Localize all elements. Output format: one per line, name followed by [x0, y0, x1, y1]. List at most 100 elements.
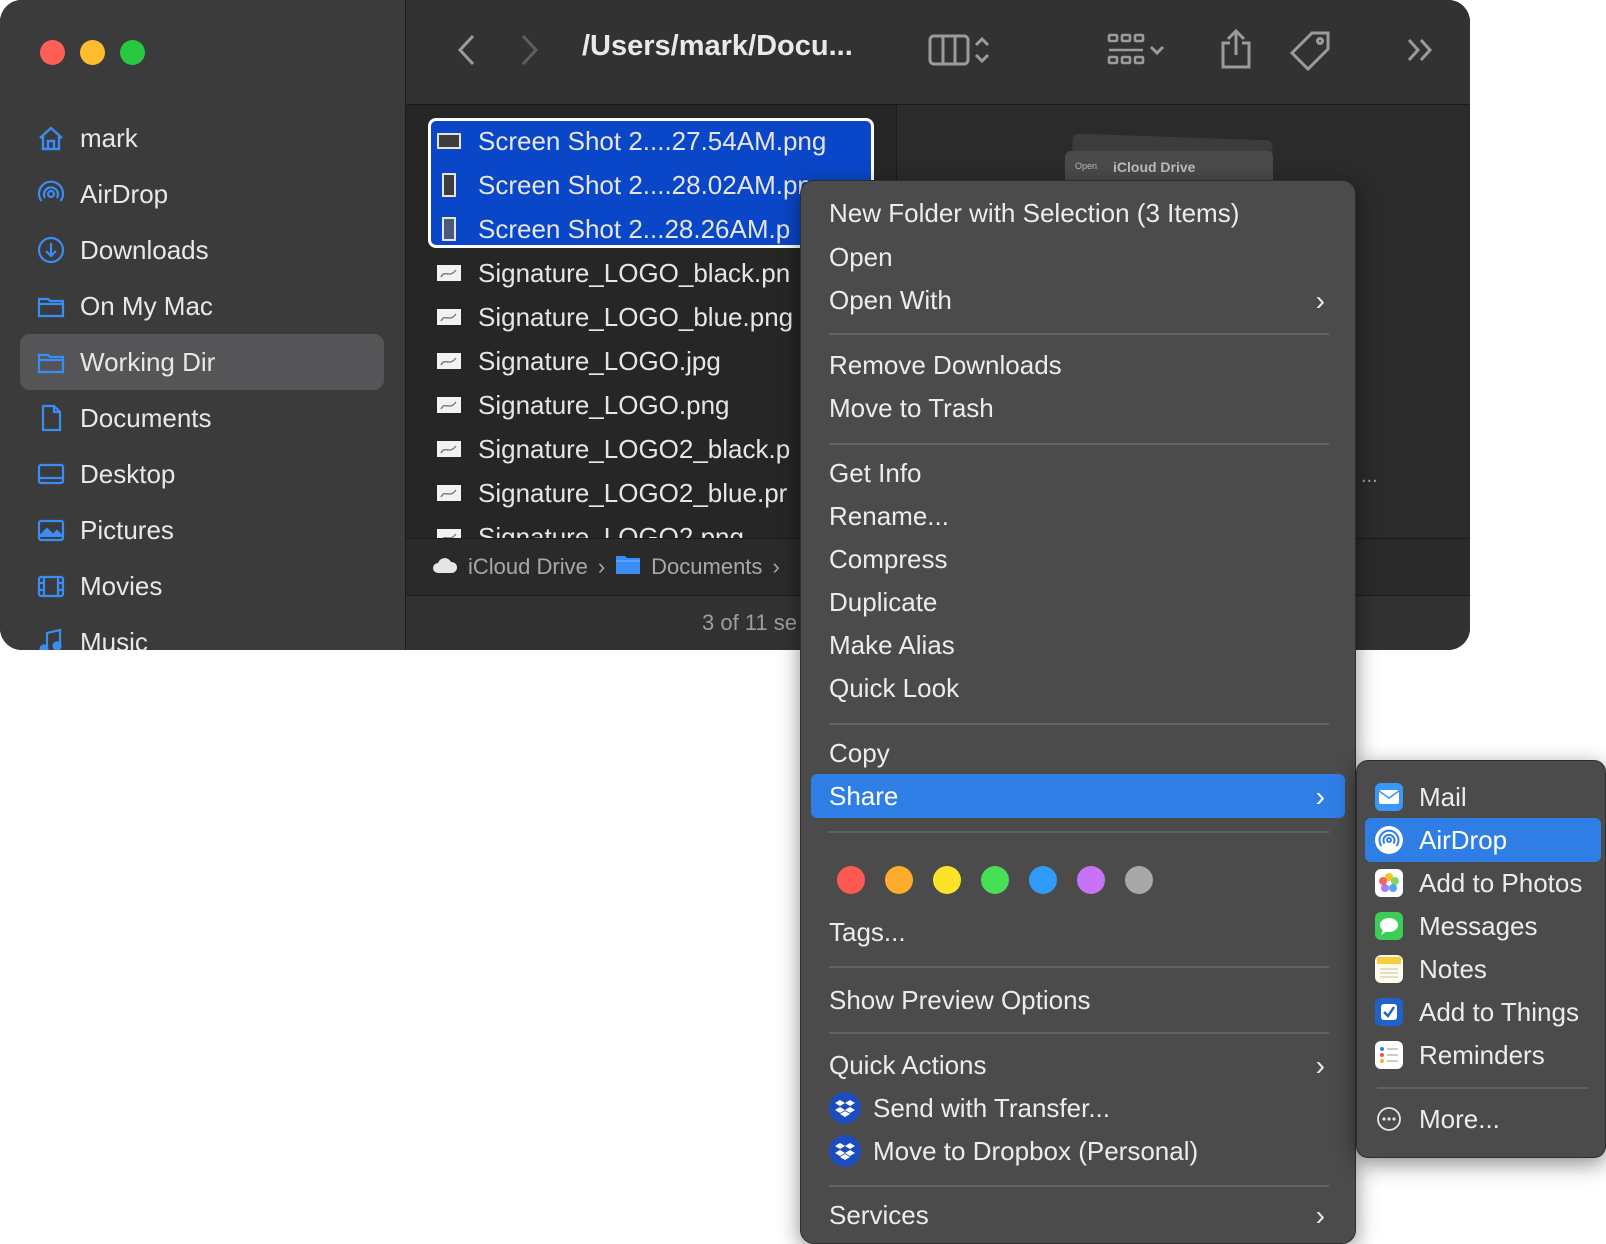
columns-view-icon: [927, 33, 971, 72]
file-row[interactable]: Signature_LOGO_black.pn: [436, 251, 790, 295]
menu-item-label: Compress: [829, 543, 948, 574]
menu-item-share[interactable]: Share ›: [811, 774, 1345, 818]
tag-orange-dot[interactable]: [885, 866, 913, 894]
share-item-reminders[interactable]: Reminders: [1365, 1033, 1601, 1077]
menu-item-duplicate[interactable]: Duplicate: [811, 580, 1345, 624]
view-mode-button[interactable]: [918, 30, 1002, 74]
desktop-icon: [36, 459, 66, 489]
tag-green-dot[interactable]: [981, 866, 1009, 894]
sidebar-item-working-dir[interactable]: Working Dir: [20, 334, 384, 390]
tag-gray-dot[interactable]: [1125, 866, 1153, 894]
path-item-icloud-drive[interactable]: iCloud Drive: [468, 554, 588, 580]
menu-item-tags[interactable]: Tags...: [811, 910, 1345, 954]
file-row[interactable]: Signature_LOGO2_blue.pr: [436, 471, 787, 515]
share-item-label: Reminders: [1419, 1039, 1545, 1070]
menu-separator: [829, 333, 1329, 335]
menu-item-get-info[interactable]: Get Info: [811, 451, 1345, 495]
menu-separator: [829, 1185, 1329, 1187]
tag-red-dot[interactable]: [837, 866, 865, 894]
sidebar-item-downloads[interactable]: Downloads: [20, 222, 384, 278]
path-item-documents[interactable]: Documents: [651, 554, 762, 580]
image-file-icon: [436, 260, 462, 286]
back-button[interactable]: [446, 32, 486, 72]
file-row[interactable]: Signature_LOGO2.png: [436, 515, 744, 538]
file-name: Signature_LOGO2_black.p: [478, 433, 791, 464]
group-by-button[interactable]: [1096, 30, 1176, 74]
menu-item-remove-downloads[interactable]: Remove Downloads: [811, 343, 1345, 387]
sidebar-item-airdrop[interactable]: AirDrop: [20, 166, 384, 222]
menu-item-quick-actions[interactable]: Quick Actions ›: [811, 1043, 1345, 1087]
file-row[interactable]: Screen Shot 2...28.26AM.p: [436, 207, 790, 251]
file-row[interactable]: Screen Shot 2....28.02AM.png: [436, 163, 826, 207]
file-row[interactable]: Signature_LOGO_blue.png: [436, 295, 793, 339]
reminders-icon: [1375, 1041, 1403, 1069]
menu-item-show-preview-options[interactable]: Show Preview Options: [811, 978, 1345, 1022]
tag-yellow-dot[interactable]: [933, 866, 961, 894]
share-item-mail[interactable]: Mail: [1365, 775, 1601, 819]
file-name: Signature_LOGO2.png: [478, 521, 744, 539]
menu-item-label: Show Preview Options: [829, 984, 1091, 1015]
menu-item-label: Get Info: [829, 457, 922, 488]
zoom-window-button[interactable]: [120, 40, 145, 65]
sidebar-item-label: Movies: [80, 570, 163, 601]
tag-purple-dot[interactable]: [1077, 866, 1105, 894]
more-toolbar-button[interactable]: [1400, 32, 1440, 72]
share-item-label: AirDrop: [1419, 824, 1508, 855]
share-submenu: Mail AirDrop Add to Photos Messages Note…: [1356, 760, 1606, 1158]
menu-item-label: Open: [829, 241, 893, 272]
menu-item-quick-look[interactable]: Quick Look: [811, 666, 1345, 710]
menu-item-move-to-dropbox[interactable]: Move to Dropbox (Personal): [811, 1129, 1345, 1173]
sidebar-item-desktop[interactable]: Desktop: [20, 446, 384, 502]
share-item-airdrop[interactable]: AirDrop: [1365, 818, 1601, 862]
sidebar-item-pictures[interactable]: Pictures: [20, 502, 384, 558]
file-name: Screen Shot 2...28.26AM.p: [478, 213, 791, 244]
menu-separator: [829, 723, 1329, 725]
image-file-icon: [436, 480, 462, 506]
pictures-icon: [36, 515, 66, 545]
tag-button[interactable]: [1286, 28, 1336, 76]
image-file-icon: [436, 524, 462, 538]
sidebar-item-on-my-mac[interactable]: On My Mac: [20, 278, 384, 334]
sidebar-item-music[interactable]: Music: [20, 614, 384, 650]
menu-item-label: Duplicate: [829, 586, 938, 617]
file-row[interactable]: Screen Shot 2....27.54AM.png: [436, 119, 826, 163]
menu-item-new-folder-with-selection[interactable]: New Folder with Selection (3 Items): [811, 191, 1345, 235]
menu-item-open[interactable]: Open: [811, 235, 1345, 279]
close-window-button[interactable]: [40, 40, 65, 65]
file-row[interactable]: Signature_LOGO.jpg: [436, 339, 721, 383]
menu-item-services[interactable]: Services ›: [811, 1193, 1345, 1237]
menu-separator: [829, 966, 1329, 968]
airdrop-icon: [1375, 826, 1403, 854]
more-icon: [1375, 1105, 1403, 1133]
sidebar-item-documents[interactable]: Documents: [20, 390, 384, 446]
menu-item-make-alias[interactable]: Make Alias: [811, 623, 1345, 667]
menu-item-label: Services: [829, 1199, 929, 1230]
share-item-label: Add to Photos: [1419, 867, 1583, 898]
menu-item-open-with[interactable]: Open With ›: [811, 278, 1345, 322]
share-item-more[interactable]: More...: [1365, 1097, 1601, 1141]
share-item-add-to-things[interactable]: Add to Things: [1365, 990, 1601, 1034]
share-item-notes[interactable]: Notes: [1365, 947, 1601, 991]
menu-item-copy[interactable]: Copy: [811, 731, 1345, 775]
forward-button[interactable]: [510, 32, 550, 72]
menu-item-label: Tags...: [829, 916, 906, 947]
menu-item-label: Move to Trash: [829, 392, 994, 423]
file-row[interactable]: Signature_LOGO.png: [436, 383, 730, 427]
sidebar-item-movies[interactable]: Movies: [20, 558, 384, 614]
sidebar-item-label: On My Mac: [80, 290, 213, 321]
download-icon: [36, 235, 66, 265]
menu-item-move-to-trash[interactable]: Move to Trash: [811, 386, 1345, 430]
up-down-chevron-icon: [971, 33, 993, 72]
share-item-messages[interactable]: Messages: [1365, 904, 1601, 948]
share-button[interactable]: [1214, 26, 1258, 76]
menu-item-compress[interactable]: Compress: [811, 537, 1345, 581]
minimize-window-button[interactable]: [80, 40, 105, 65]
context-menu: New Folder with Selection (3 Items) Open…: [800, 180, 1356, 1244]
image-file-icon: [436, 436, 462, 462]
file-row[interactable]: Signature_LOGO2_black.p: [436, 427, 790, 471]
sidebar-item-mark[interactable]: mark: [20, 110, 384, 166]
share-item-add-to-photos[interactable]: Add to Photos: [1365, 861, 1601, 905]
menu-item-rename[interactable]: Rename...: [811, 494, 1345, 538]
menu-item-send-with-transfer[interactable]: Send with Transfer...: [811, 1086, 1345, 1130]
tag-blue-dot[interactable]: [1029, 866, 1057, 894]
